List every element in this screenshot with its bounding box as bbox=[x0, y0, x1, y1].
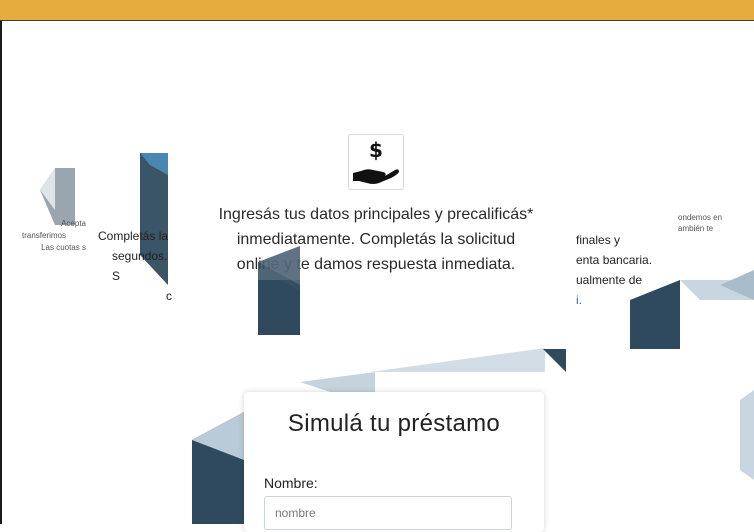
decor-shape bbox=[740, 390, 754, 480]
svg-text:$: $ bbox=[369, 138, 383, 162]
name-label: Nombre: bbox=[264, 475, 318, 491]
slide-line: Completás la bbox=[98, 229, 169, 243]
slide-line: ualmente de bbox=[576, 273, 643, 287]
slide-line: enta bancaria. bbox=[576, 253, 653, 267]
slide-line: c bbox=[166, 289, 172, 303]
decor-shape bbox=[566, 360, 754, 470]
slide-text-left-small: Acepta transferimos Las cuotas s bbox=[22, 218, 92, 254]
name-input[interactable] bbox=[264, 496, 512, 530]
money-hand-icon: $ bbox=[348, 134, 404, 190]
hero-line: online y te damos respuesta inmediata. bbox=[236, 256, 516, 273]
slide-line: ondemos en bbox=[678, 213, 723, 222]
slide-line: i. bbox=[576, 293, 582, 307]
simulator-title: Simulá tu préstamo bbox=[287, 410, 501, 437]
hero-line: inmediatamente. Completás la solicitud bbox=[236, 231, 516, 248]
slide-line: ambién te bbox=[678, 224, 714, 233]
slide-line: finales y bbox=[576, 233, 621, 247]
decor-shape bbox=[370, 348, 545, 372]
hero-description: Ingresás tus datos principales y precali… bbox=[200, 202, 552, 277]
slide-text-right-small: ondemos en ambién te bbox=[678, 212, 754, 234]
slide-line: transferimos bbox=[22, 231, 67, 240]
decor-shape bbox=[300, 372, 375, 392]
decor-shape bbox=[543, 349, 566, 372]
slide-line: segundos. S bbox=[112, 249, 168, 283]
slide-text-left-mid: Completás la segundos. S c bbox=[98, 226, 172, 306]
hero-line: Ingresás tus datos principales y precali… bbox=[218, 206, 534, 223]
slide-line: Las cuotas s bbox=[41, 243, 86, 252]
loan-simulator-card: Simulá tu préstamo Nombre: bbox=[244, 392, 544, 532]
slide-text-right-mid: finales y enta bancaria. ualmente de i. bbox=[576, 230, 676, 310]
slide-line: Acepta bbox=[61, 219, 86, 228]
